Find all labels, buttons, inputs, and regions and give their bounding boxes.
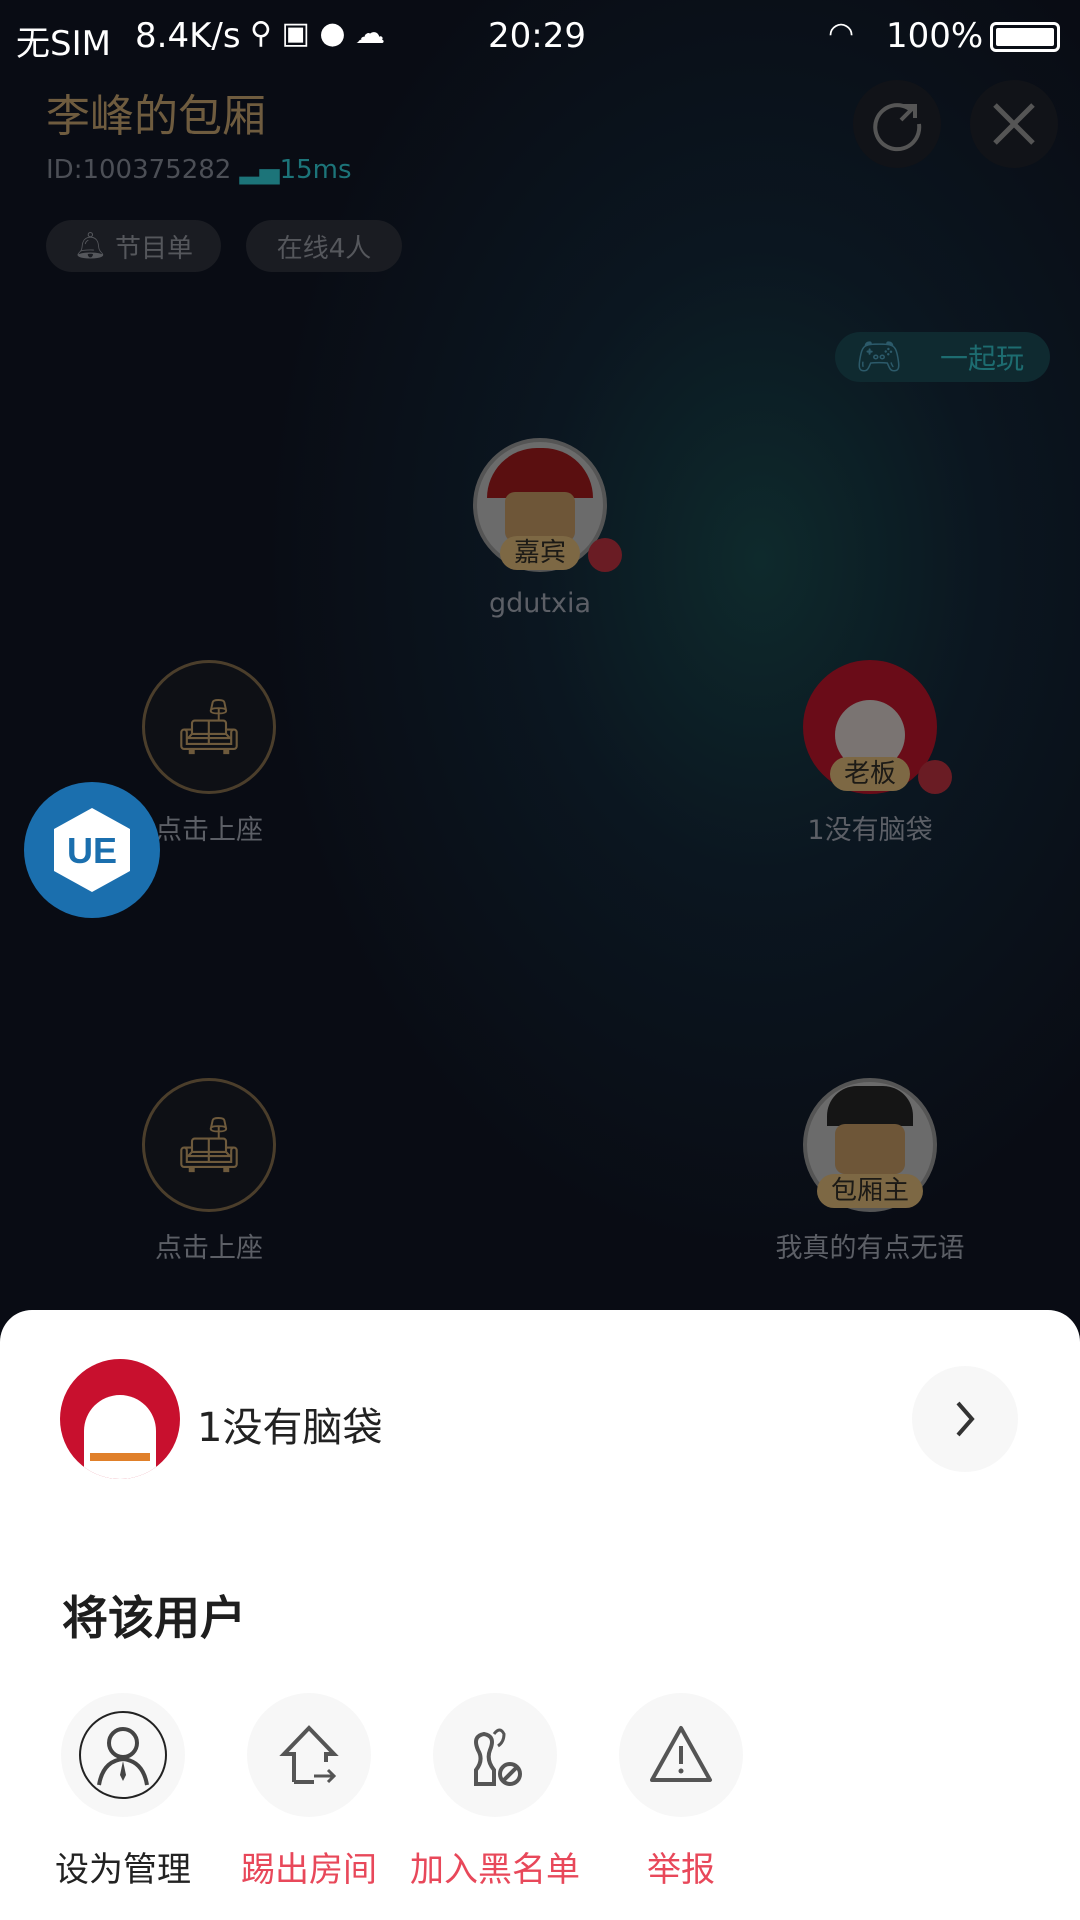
warning-icon <box>650 1726 712 1782</box>
program-list-label: 节目单 <box>115 233 194 264</box>
mic-muted-icon <box>588 538 622 572</box>
seat-name: 点击上座 <box>155 815 263 846</box>
set-admin-button[interactable] <box>61 1693 185 1817</box>
program-list-chip[interactable]: 🔔︎ 节目单 <box>46 220 221 272</box>
play-together-button[interactable]: 🎮︎ 一起玩 <box>835 332 1050 382</box>
online-count-chip[interactable]: 在线4人 <box>246 220 402 272</box>
seat-name: 点击上座 <box>155 1233 263 1264</box>
kick-out-button[interactable] <box>247 1693 371 1817</box>
seat-name: 1没有脑袋 <box>807 815 933 846</box>
room-id-line: ID:100375282 ▂▄15ms <box>46 155 352 185</box>
seat-badge: 嘉宾 <box>499 536 581 570</box>
seat-name: gdutxia <box>488 588 592 619</box>
gamepad-icon: 🎮︎ <box>855 334 904 378</box>
section-title: 将该用户 <box>62 1591 246 1645</box>
signal-icon: ▂▄ <box>239 155 280 185</box>
status-icons: ⚲ ▣ ● ☁ <box>250 16 386 51</box>
sofa-icon: 🛋︎ <box>174 695 244 758</box>
ue-hexagon-icon: UE <box>54 808 130 892</box>
blacklist-icon <box>474 1728 522 1786</box>
latency: 15ms <box>279 155 352 185</box>
kick-out-icon <box>279 1725 339 1784</box>
seat-empty[interactable]: 🛋︎ <box>142 1078 276 1212</box>
network-speed: 8.4K/s <box>135 16 241 56</box>
refresh-button[interactable] <box>853 80 941 168</box>
battery-icon <box>990 22 1060 52</box>
seat-badge: 包厢主 <box>816 1174 924 1208</box>
blacklist-button[interactable] <box>433 1693 557 1817</box>
play-together-label: 一起玩 <box>939 342 1024 375</box>
admin-icon <box>79 1711 167 1799</box>
blacklist-label: 加入黑名单 <box>410 1850 580 1890</box>
status-bar: 无SIM 8.4K/s ⚲ ▣ ● ☁ 20:29 ◠ 100% <box>0 0 1080 72</box>
user-name: 1没有脑袋 <box>197 1405 383 1451</box>
kick-out-label: 踢出房间 <box>241 1850 377 1890</box>
bell-icon: 🔔︎ <box>73 231 107 261</box>
seat-name: 我真的有点无语 <box>775 1233 965 1264</box>
seat-badge: 老板 <box>829 757 911 791</box>
report-button[interactable] <box>619 1693 743 1817</box>
chevron-right-icon <box>956 1401 975 1437</box>
online-count-label: 在线4人 <box>276 233 372 264</box>
refresh-icon <box>873 103 922 152</box>
close-button[interactable] <box>970 80 1058 168</box>
report-label: 举报 <box>647 1850 715 1890</box>
ue-floating-button[interactable]: UE <box>24 782 160 918</box>
room-title: 李峰的包厢 <box>46 91 266 142</box>
wifi-icon: ◠ <box>828 16 855 51</box>
clock: 20:29 <box>488 16 586 56</box>
user-avatar[interactable] <box>60 1359 180 1479</box>
svg-text:UE: UE <box>67 830 117 871</box>
close-icon <box>993 103 1035 145</box>
seat-empty[interactable]: 🛋︎ <box>142 660 276 794</box>
set-admin-label: 设为管理 <box>55 1850 191 1890</box>
room-id: ID:100375282 <box>46 155 232 185</box>
battery-level: 100% <box>886 16 984 56</box>
profile-button[interactable] <box>912 1366 1018 1472</box>
mic-muted-icon <box>918 760 952 794</box>
sofa-icon: 🛋︎ <box>174 1113 244 1176</box>
carrier: 无SIM <box>16 24 111 64</box>
